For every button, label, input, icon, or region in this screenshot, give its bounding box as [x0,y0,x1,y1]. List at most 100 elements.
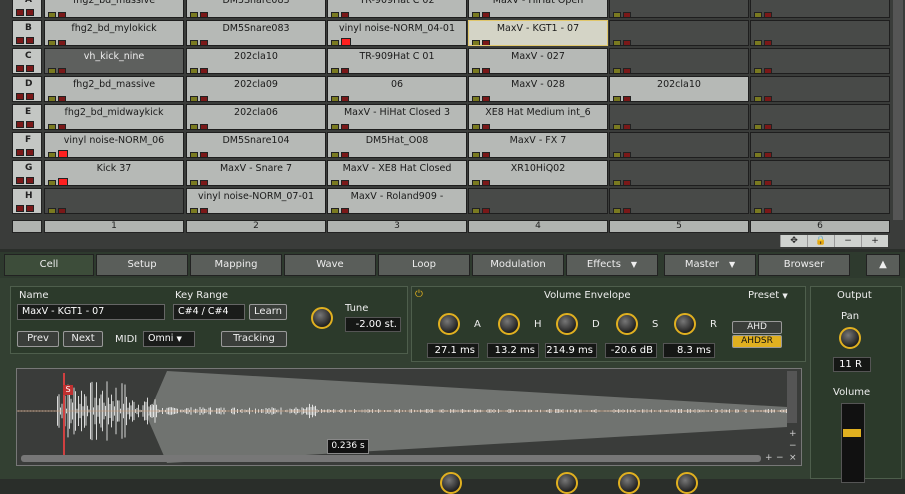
knob-bottom-3[interactable] [618,472,640,494]
zoom-out-button[interactable]: − [789,441,797,451]
grid-cell[interactable]: 202cla10 [186,48,326,74]
grid-cell[interactable] [609,20,749,46]
column-header[interactable]: 6 [750,220,890,233]
ahd-button[interactable]: AHD [732,321,782,334]
envelope-knob-value[interactable]: 27.1 ms [427,343,479,358]
key-range-field[interactable]: C#4 / C#4 [173,304,245,320]
grid-cell[interactable]: 202cla10 [609,76,749,102]
grid-cell[interactable]: MaxV - XE8 Hat Closed [327,160,467,186]
row-header[interactable]: G [12,160,42,186]
grid-cell[interactable]: fhg2_bd_massive [44,0,184,18]
waveform-vscroll[interactable] [787,371,797,423]
tab-loop[interactable]: Loop [378,254,470,276]
grid-cell[interactable] [609,0,749,18]
grid-cell[interactable] [468,188,608,214]
midi-select[interactable]: Omni ▼ [143,331,195,347]
row-header[interactable]: D [12,76,42,102]
grid-cell[interactable] [609,104,749,130]
grid-cell[interactable]: fhg2_bd_mylokick [44,20,184,46]
column-header[interactable]: 2 [186,220,326,233]
grid-cell[interactable]: TR-909Hat C 02 [327,0,467,18]
collapse-icon[interactable]: ▲ [866,254,900,276]
envelope-knob[interactable] [498,313,520,335]
grid-cell[interactable] [750,20,890,46]
next-button[interactable]: Next [63,331,103,347]
name-field[interactable]: MaxV - KGT1 - 07 [17,304,165,320]
grid-cell[interactable]: MaxV - Roland909 - [327,188,467,214]
zoom-out-button[interactable]: − [834,235,861,247]
grid-cell[interactable]: Kick 37 [44,160,184,186]
row-header[interactable]: H [12,188,42,214]
column-header[interactable]: 3 [327,220,467,233]
envelope-knob[interactable] [438,313,460,335]
tab-mapping[interactable]: Mapping [190,254,282,276]
tab-cell[interactable]: Cell [4,254,94,276]
grid-cell[interactable]: DM5Hat_O08 [327,132,467,158]
row-header[interactable]: B [12,20,42,46]
close-icon[interactable]: × [789,453,797,463]
waveform-scrollbar[interactable] [21,455,761,462]
learn-button[interactable]: Learn [249,304,287,320]
grid-cell[interactable]: XR10HiQ02 [468,160,608,186]
h-zoom-in-button[interactable]: + [765,453,773,463]
grid-cell[interactable] [750,132,890,158]
grid-cell[interactable] [609,188,749,214]
grid-cell[interactable]: MaxV - 028 [468,76,608,102]
preset-dropdown[interactable]: Preset ▼ [748,290,788,301]
grid-cell[interactable] [44,188,184,214]
h-zoom-out-button[interactable]: − [776,453,784,463]
knob-bottom-4[interactable] [676,472,698,494]
column-header[interactable]: 5 [609,220,749,233]
power-icon[interactable]: ⏻ [415,289,423,300]
prev-button[interactable]: Prev [17,331,59,347]
envelope-knob-value[interactable]: 13.2 ms [487,343,539,358]
grid-cell[interactable]: 06 [327,76,467,102]
grid-cell[interactable]: DM5Snare104 [186,132,326,158]
envelope-knob-value[interactable]: 214.9 ms [545,343,597,358]
waveform-display[interactable]: S 0.236 s + − + − × [16,368,802,466]
grid-cell[interactable] [609,160,749,186]
tab-wave[interactable]: Wave [284,254,376,276]
grid-cell[interactable] [750,104,890,130]
tune-value[interactable]: -2.00 st. [345,317,401,332]
envelope-knob-value[interactable]: -20.6 dB [605,343,657,358]
grid-cell[interactable]: fhg2_bd_midwaykick [44,104,184,130]
tab-effects[interactable]: Effects ▼ [566,254,658,276]
move-icon[interactable]: ✥ [780,235,807,247]
envelope-knob[interactable] [674,313,696,335]
volume-slider[interactable] [841,403,865,483]
tab-master[interactable]: Master ▼ [664,254,756,276]
grid-cell[interactable]: vinyl noise-NORM_04-01 [327,20,467,46]
grid-cell[interactable]: vinyl noise-NORM_06 [44,132,184,158]
grid-cell[interactable] [750,160,890,186]
grid-cell[interactable] [750,76,890,102]
tune-knob[interactable] [311,307,333,329]
envelope-knob[interactable] [616,313,638,335]
grid-cell[interactable] [750,48,890,74]
grid-cell[interactable]: MaxV - HiHat Open [468,0,608,18]
column-header[interactable]: 1 [44,220,184,233]
tracking-button[interactable]: Tracking [221,331,287,347]
envelope-knob[interactable] [556,313,578,335]
grid-cell[interactable]: DM5Snare083 [186,20,326,46]
zoom-in-button[interactable]: + [861,235,888,247]
grid-cell[interactable]: TR-909Hat C 01 [327,48,467,74]
tab-setup[interactable]: Setup [96,254,188,276]
grid-scrollbar[interactable] [893,0,903,220]
pan-value[interactable]: 11 R [833,357,871,372]
grid-cell[interactable]: MaxV - KGT1 - 07 [468,20,608,46]
row-header[interactable]: A [12,0,42,18]
grid-cell[interactable]: vh_kick_nine [44,48,184,74]
lock-icon[interactable]: 🔒 [807,235,834,247]
grid-cell[interactable] [609,48,749,74]
grid-cell[interactable]: MaxV - 027 [468,48,608,74]
grid-cell[interactable]: fhg2_bd_massive [44,76,184,102]
volume-handle[interactable] [843,429,861,437]
start-marker[interactable]: S [63,385,73,395]
knob-bottom-1[interactable] [440,472,462,494]
ahdsr-button[interactable]: AHDSR [732,335,782,348]
grid-cell[interactable] [609,132,749,158]
tab-modulation[interactable]: Modulation [472,254,564,276]
pan-knob[interactable] [839,327,861,349]
grid-cell[interactable]: MaxV - HiHat Closed 3 [327,104,467,130]
